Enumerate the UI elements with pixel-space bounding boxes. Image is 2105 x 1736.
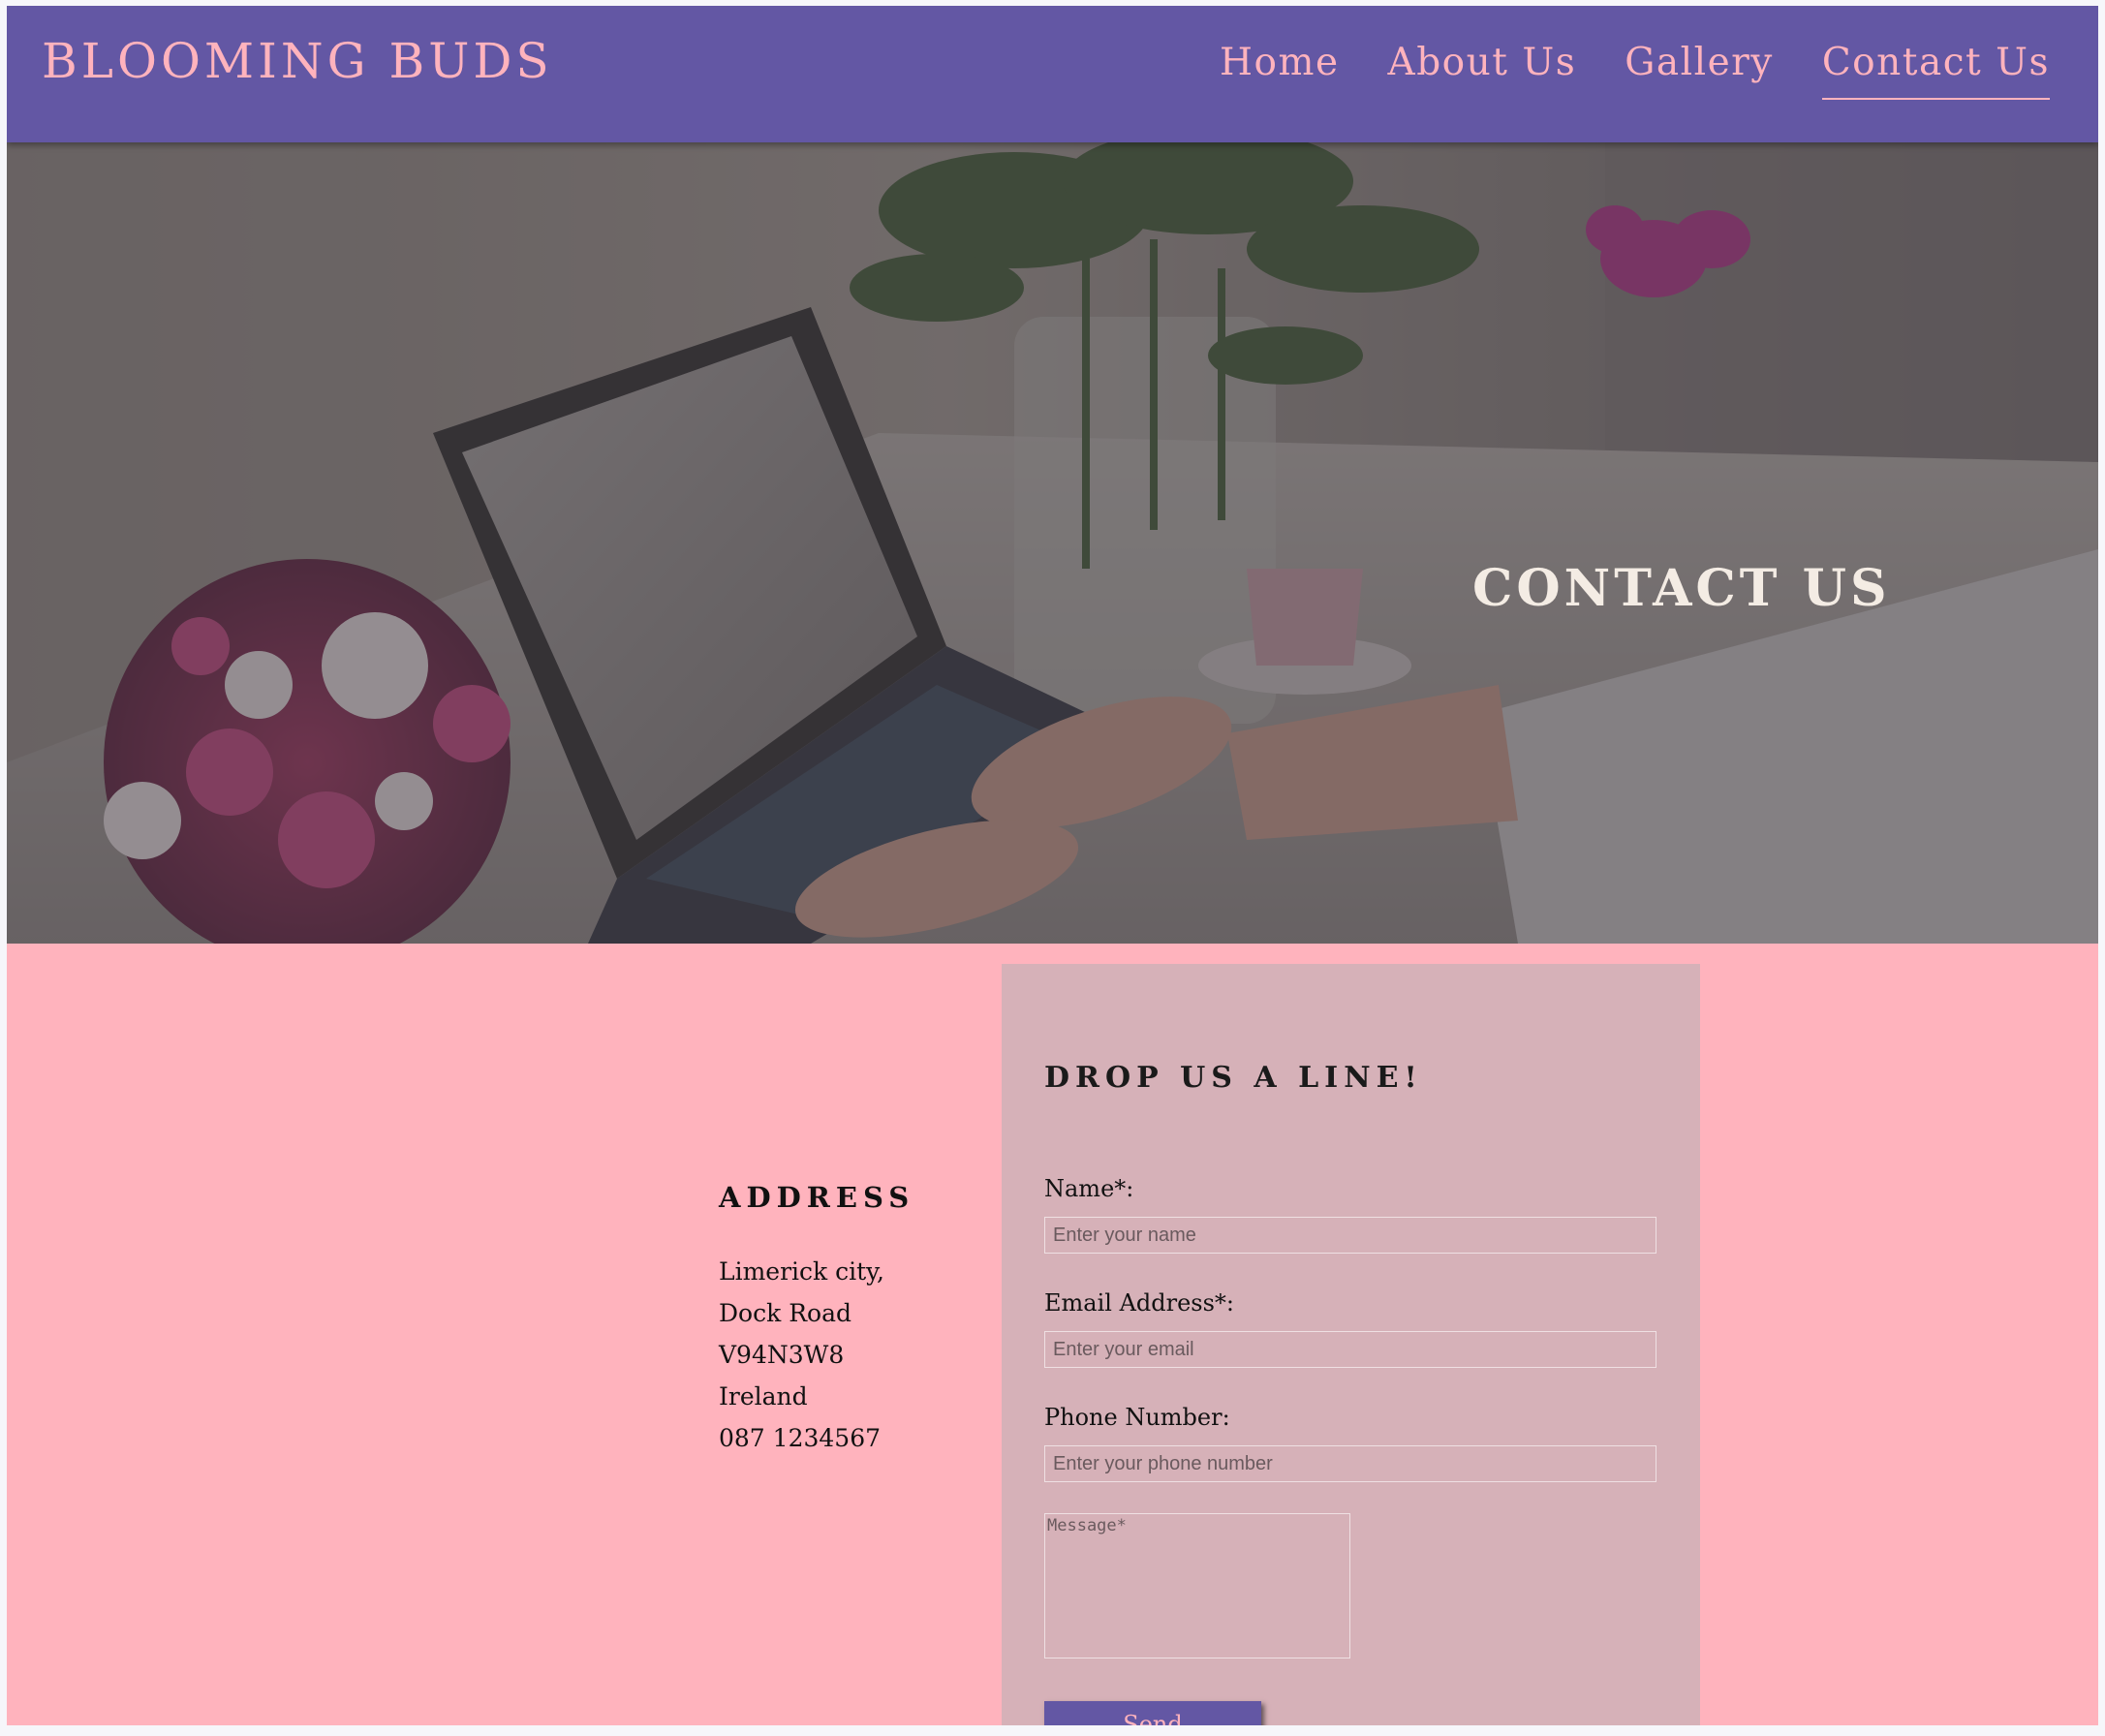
page: BLOOMING BUDS Home About Us Gallery Cont… [7, 6, 2098, 1725]
email-input[interactable] [1044, 1331, 1656, 1368]
address-line-phone: 087 1234567 [719, 1424, 882, 1452]
name-input[interactable] [1044, 1217, 1656, 1254]
send-button[interactable]: Send [1044, 1701, 1261, 1725]
address-heading: ADDRESS [719, 1181, 915, 1214]
address-line-city: Limerick city, [719, 1257, 884, 1286]
nav-home[interactable]: Home [1220, 41, 1340, 100]
address-line-country: Ireland [719, 1382, 808, 1410]
nav-gallery[interactable]: Gallery [1625, 41, 1774, 100]
message-textarea[interactable] [1044, 1513, 1350, 1658]
address-block: ADDRESS Limerick city, Dock Road V94N3W8… [719, 1181, 914, 1459]
name-label: Name*: [1044, 1175, 1134, 1202]
hero-photo [7, 142, 2098, 944]
brand-logo[interactable]: BLOOMING BUDS [42, 33, 553, 89]
phone-label: Phone Number: [1044, 1404, 1230, 1431]
hero-banner: CONTACT US [7, 142, 2098, 944]
site-header: BLOOMING BUDS Home About Us Gallery Cont… [7, 6, 2098, 142]
phone-input[interactable] [1044, 1445, 1656, 1482]
address-line-postcode: V94N3W8 [719, 1341, 845, 1369]
address-line-street: Dock Road [719, 1299, 851, 1327]
main-nav: Home About Us Gallery Contact Us [1220, 41, 2050, 100]
nav-about-us[interactable]: About Us [1388, 41, 1577, 100]
email-label: Email Address*: [1044, 1289, 1235, 1317]
nav-contact-us[interactable]: Contact Us [1821, 41, 2050, 100]
form-title: DROP US A LINE! [1044, 1061, 1423, 1095]
hero-title: CONTACT US [1472, 559, 1891, 618]
contact-form-card: DROP US A LINE! Name*: Email Address*: P… [1002, 964, 1700, 1725]
